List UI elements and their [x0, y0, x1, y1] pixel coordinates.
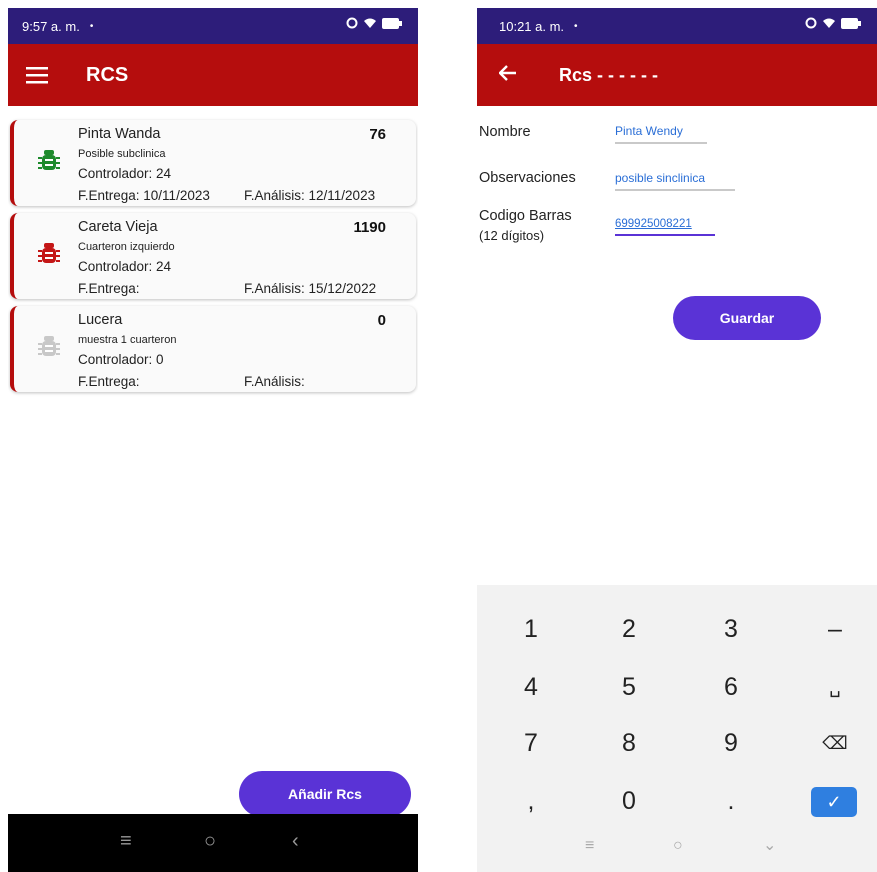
save-button[interactable]: Guardar — [673, 296, 821, 340]
item-count: 1190 — [353, 219, 386, 236]
key-1[interactable]: 1 — [491, 609, 571, 649]
item-delivery-date: F.Entrega: — [78, 374, 140, 389]
home-icon[interactable]: ○ — [673, 837, 683, 855]
item-name: Lucera — [78, 312, 123, 328]
location-icon — [346, 17, 358, 29]
space-key[interactable]: ␣ — [795, 667, 875, 707]
key-2[interactable]: 2 — [589, 609, 669, 649]
rcs-list-screen: 9:57 a. m. • RCS Pinta Wanda Posible sub… — [8, 8, 418, 872]
app-bar: Rcs - - - - - - — [477, 44, 877, 106]
key-0[interactable]: 0 — [589, 781, 669, 821]
battery-icon — [841, 17, 861, 29]
bug-icon — [38, 150, 60, 170]
wifi-icon — [823, 18, 835, 28]
status-bar: 9:57 a. m. • — [8, 8, 418, 44]
observations-label: Observaciones — [479, 170, 576, 186]
item-controller: Controlador: 24 — [78, 259, 172, 274]
item-subtitle: Cuarteron izquierdo — [78, 241, 175, 253]
key-7[interactable]: 7 — [491, 723, 571, 763]
item-analysis-date: F.Análisis: 15/12/2022 — [244, 281, 377, 296]
barcode-field[interactable]: 699925008221 — [615, 218, 715, 236]
item-name: Pinta Wanda — [78, 126, 161, 142]
status-icons — [805, 17, 861, 29]
item-subtitle: Posible subclinica — [78, 148, 166, 160]
item-dates: F.Entrega: F.Análisis: — [78, 374, 305, 389]
app-title: RCS — [86, 63, 129, 86]
item-controller: Controlador: 0 — [78, 352, 164, 367]
add-rcs-button[interactable]: Añadir Rcs — [239, 771, 411, 817]
backspace-key[interactable]: ⌫ — [795, 723, 875, 763]
bug-icon — [38, 243, 60, 263]
status-time: 10:21 a. m. — [499, 18, 565, 34]
rcs-list-item[interactable]: Lucera muestra 1 cuarteron Controlador: … — [10, 306, 416, 392]
key-9[interactable]: 9 — [691, 723, 771, 763]
status-dot: • — [89, 20, 94, 32]
key-5[interactable]: 5 — [589, 667, 669, 707]
status-icons — [346, 17, 402, 29]
key-8[interactable]: 8 — [589, 723, 669, 763]
recent-apps-icon[interactable]: ≡ — [120, 830, 132, 853]
bug-icon — [38, 336, 60, 356]
item-count: 0 — [377, 312, 386, 329]
back-icon[interactable]: ‹ — [292, 830, 299, 853]
enter-check-key[interactable]: ✓ — [811, 787, 857, 817]
item-dates: F.Entrega: F.Análisis: 15/12/2022 — [78, 281, 376, 296]
location-icon — [805, 17, 817, 29]
item-count: 76 — [369, 126, 386, 143]
key-6[interactable]: 6 — [691, 667, 771, 707]
name-label: Nombre — [479, 124, 531, 140]
barcode-label-hint: (12 dígitos) — [479, 228, 545, 243]
numeric-keyboard: 1 2 3 – 4 5 6 ␣ 7 8 9 ⌫ , 0 . ✓ ≡ ○ ⌄ — [477, 585, 877, 872]
menu-icon[interactable] — [26, 66, 50, 84]
wifi-icon — [364, 18, 376, 28]
app-title: Rcs - - - - - - — [559, 64, 658, 85]
item-controller: Controlador: 24 — [78, 166, 172, 181]
system-nav-bar: ≡ ○ ‹ — [8, 814, 418, 872]
item-analysis-date: F.Análisis: — [244, 374, 305, 389]
hide-keyboard-icon[interactable]: ⌄ — [763, 835, 776, 855]
key-minus[interactable]: – — [795, 609, 875, 649]
home-icon[interactable]: ○ — [204, 830, 216, 853]
item-delivery-date: F.Entrega: 10/11/2023 — [78, 188, 210, 203]
barcode-label: Codigo Barras — [479, 208, 572, 224]
item-analysis-date: F.Análisis: 12/11/2023 — [244, 188, 376, 203]
item-subtitle: muestra 1 cuarteron — [78, 334, 177, 346]
status-bar: 10:21 a. m. • — [477, 8, 877, 44]
key-4[interactable]: 4 — [491, 667, 571, 707]
rcs-edit-screen: 10:21 a. m. • Rcs - - - - - - Nombre Pin… — [477, 8, 877, 872]
item-dates: F.Entrega: 10/11/2023 F.Análisis: 12/11/2… — [78, 188, 375, 203]
recent-apps-icon[interactable]: ≡ — [585, 837, 594, 855]
back-arrow-icon[interactable] — [498, 64, 517, 86]
key-comma[interactable]: , — [491, 781, 571, 821]
status-time: 9:57 a. m. — [22, 18, 80, 34]
app-bar: RCS — [8, 44, 418, 106]
rcs-list-item[interactable]: Careta Vieja Cuarteron izquierdo Control… — [10, 213, 416, 299]
status-dot: • — [574, 20, 578, 32]
item-name: Careta Vieja — [78, 219, 158, 235]
battery-icon — [382, 17, 402, 29]
observations-field[interactable]: posible sinclinica — [615, 171, 735, 191]
key-period[interactable]: . — [691, 781, 771, 821]
key-3[interactable]: 3 — [691, 609, 771, 649]
item-delivery-date: F.Entrega: — [78, 281, 140, 296]
rcs-list-item[interactable]: Pinta Wanda Posible subclinica Controlad… — [10, 120, 416, 206]
name-field[interactable]: Pinta Wendy — [615, 124, 707, 144]
